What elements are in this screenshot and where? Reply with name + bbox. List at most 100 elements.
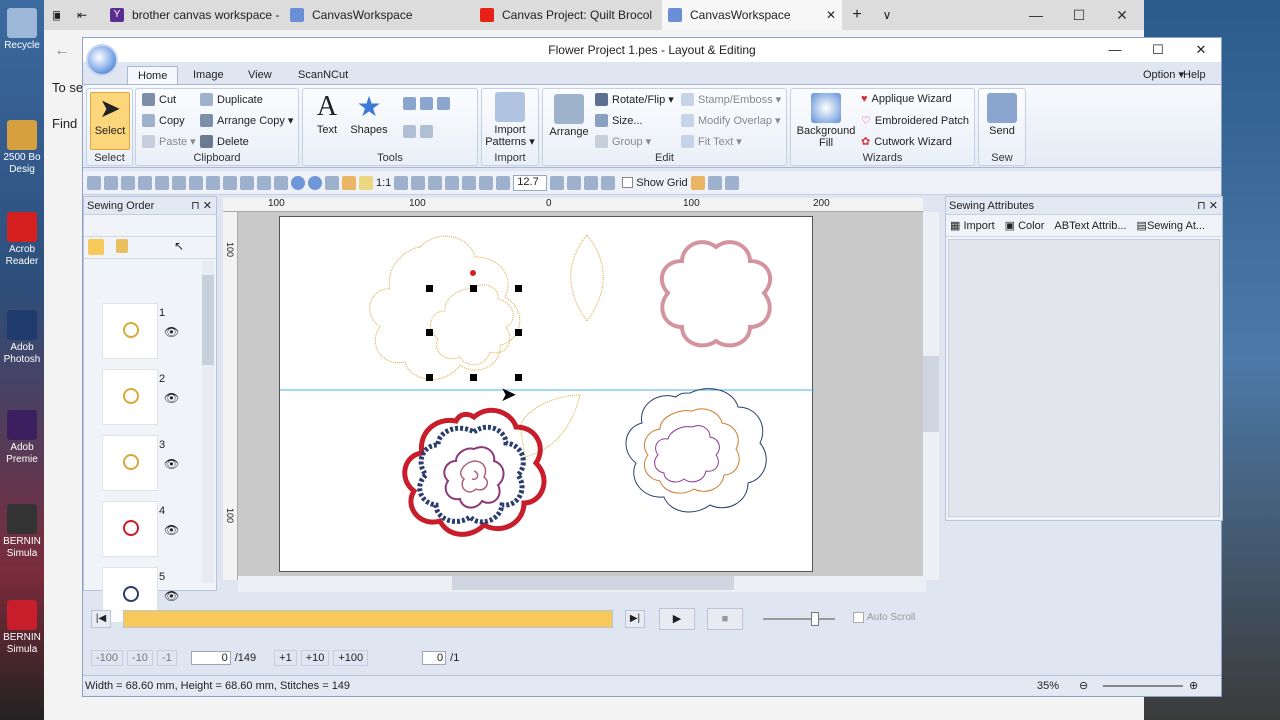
- help-menu[interactable]: Help ▾: [1173, 66, 1221, 99]
- tool-icon[interactable]: [567, 175, 582, 190]
- tool-icon[interactable]: [189, 175, 203, 190]
- app-minimize-button[interactable]: —: [1093, 38, 1137, 62]
- tool-icon[interactable]: [240, 175, 254, 190]
- highlight-tool-icon[interactable]: [342, 175, 356, 190]
- browser-tab-1[interactable]: Ybrother canvas workspace -: [104, 0, 284, 30]
- fit-text-button[interactable]: Fit Text ▾: [681, 135, 742, 148]
- grid-settings-icon[interactable]: [690, 175, 705, 190]
- flower-outline-large[interactable]: [369, 235, 521, 380]
- minus-10-button[interactable]: -10: [127, 650, 153, 666]
- applique-wizard-button[interactable]: ♥ Applique Wizard: [861, 93, 952, 105]
- embroidered-patch-button[interactable]: ♡ Embroidered Patch: [861, 114, 969, 128]
- skip-end-button[interactable]: ▶|: [625, 610, 645, 628]
- close-tab-icon[interactable]: ✕: [826, 8, 836, 22]
- browser-tab-3[interactable]: Canvas Project: Quilt Brocol: [474, 0, 662, 30]
- zoom-out-icon[interactable]: ⊖: [1079, 676, 1088, 696]
- new-file-icon[interactable]: [87, 175, 101, 190]
- flower-outline-blue[interactable]: [625, 388, 767, 513]
- sewing-order-thumbnail[interactable]: [102, 369, 158, 425]
- rotate-flip-button[interactable]: Rotate/Flip ▾: [595, 93, 674, 106]
- zoom-in-icon[interactable]: ⊕: [1189, 676, 1198, 696]
- sewing-order-thumbnail[interactable]: [102, 435, 158, 491]
- leaf-outline[interactable]: [570, 234, 604, 322]
- visibility-eye-icon[interactable]: 👁: [164, 457, 179, 471]
- current-color-input[interactable]: 0: [422, 651, 447, 665]
- leaf-outline-rotated[interactable]: [519, 394, 581, 458]
- import-patterns-button[interactable]: Import Patterns ▾: [485, 92, 535, 148]
- zoom-in-icon[interactable]: [394, 175, 409, 190]
- plus-100-button[interactable]: +100: [333, 650, 369, 666]
- desktop-icon-premiere[interactable]: Adob Premie: [2, 410, 42, 466]
- zoom-in-icon[interactable]: [462, 175, 477, 190]
- grid-size-input[interactable]: 12.7: [513, 174, 548, 191]
- zoom-select-icon[interactable]: [428, 175, 443, 190]
- embroidery-hoop-area[interactable]: [180, 216, 920, 572]
- shapes-button[interactable]: ★ Shapes: [349, 92, 389, 137]
- zoom-out-icon[interactable]: [479, 175, 494, 190]
- text-attrib-button[interactable]: ABText Attrib...: [1054, 220, 1126, 232]
- skip-start-button[interactable]: |◀: [91, 610, 111, 628]
- auto-scroll-checkbox[interactable]: Auto Scroll: [853, 612, 915, 623]
- plus-10-button[interactable]: +10: [300, 650, 330, 666]
- tool-icon[interactable]: [325, 175, 339, 190]
- back-button[interactable]: ←: [54, 42, 70, 60]
- minus-1-button[interactable]: -1: [156, 650, 177, 666]
- visibility-eye-icon[interactable]: 👁: [164, 325, 179, 339]
- current-stitch-input[interactable]: 0: [190, 651, 231, 665]
- app-logo-icon[interactable]: [86, 44, 118, 76]
- sewing-at-button[interactable]: ▤Sewing At...: [1137, 219, 1206, 232]
- zoom-tools[interactable]: [403, 97, 450, 110]
- scrollbar-thumb[interactable]: [202, 275, 214, 365]
- zoom-slider[interactable]: [1103, 685, 1183, 687]
- tab-scanncut[interactable]: ScanNCut: [288, 66, 358, 84]
- scale-label[interactable]: 1:1: [376, 177, 391, 189]
- sewing-order-thumbnail[interactable]: [102, 501, 158, 557]
- paste-button[interactable]: Paste ▾: [142, 135, 196, 148]
- flower-purple-inner[interactable]: [443, 446, 505, 509]
- stitch-view-icon[interactable]: [291, 175, 305, 190]
- tab-actions-icon[interactable]: ▣: [44, 0, 60, 30]
- browser-tab-2[interactable]: CanvasWorkspace: [284, 0, 474, 30]
- speed-slider-thumb[interactable]: [811, 612, 819, 626]
- duplicate-button[interactable]: Duplicate: [200, 93, 263, 106]
- desktop-icon-bernina-2[interactable]: BERNIN Simula: [2, 600, 42, 656]
- browser-tab-4-active[interactable]: CanvasWorkspace ✕: [662, 0, 842, 30]
- cut-button[interactable]: Cut: [142, 93, 176, 106]
- select-button[interactable]: ➤ Select: [90, 92, 130, 150]
- flower-applique-pink[interactable]: [659, 240, 773, 348]
- redo-icon[interactable]: [155, 175, 169, 190]
- canvas-vertical-scrollbar[interactable]: [923, 212, 939, 580]
- pin-close-icons[interactable]: ⊓ ✕: [191, 197, 212, 215]
- realistic-view-icon[interactable]: [308, 175, 322, 190]
- tab-menu-button[interactable]: ∨: [872, 0, 902, 30]
- desktop-icon-bernina-1[interactable]: BERNIN Simula: [2, 504, 42, 560]
- copy-button[interactable]: Copy: [142, 114, 185, 127]
- browser-minimize-button[interactable]: —: [1014, 0, 1058, 30]
- new-tab-button[interactable]: +: [842, 0, 872, 30]
- stop-button[interactable]: ■: [707, 608, 743, 630]
- flower-outline-small[interactable]: [430, 284, 514, 366]
- minus-100-button[interactable]: -100: [91, 650, 124, 666]
- tool-icon[interactable]: [601, 175, 616, 190]
- stitch-progress-track[interactable]: [123, 610, 613, 628]
- speed-slider[interactable]: [763, 612, 835, 626]
- group-objects-button[interactable]: Group ▾: [595, 135, 651, 148]
- color-attr-button[interactable]: ▣ Color: [1005, 219, 1045, 232]
- scrollbar-thumb[interactable]: [923, 356, 939, 432]
- pin-close-icons[interactable]: ⊓ ✕: [1197, 197, 1218, 215]
- arrange-copy-button[interactable]: Arrange Copy ▾: [200, 114, 293, 127]
- eye-toggle-icon[interactable]: [88, 239, 104, 255]
- tool-icon[interactable]: [550, 175, 565, 190]
- selection-handles[interactable]: [426, 285, 522, 381]
- modify-overlap-button[interactable]: Modify Overlap ▾: [681, 114, 781, 127]
- tool-icon[interactable]: [172, 175, 186, 190]
- undo-icon[interactable]: [138, 175, 152, 190]
- pan-measure-tools[interactable]: [403, 125, 433, 138]
- design-canvas[interactable]: ➤: [180, 212, 926, 580]
- delete-button[interactable]: Delete: [200, 135, 249, 148]
- plus-1-button[interactable]: +1: [274, 650, 297, 666]
- send-button[interactable]: Send: [981, 93, 1023, 137]
- size-button[interactable]: Size...: [595, 114, 643, 127]
- stamp-emboss-button[interactable]: Stamp/Emboss ▾: [681, 93, 781, 106]
- show-grid-checkbox[interactable]: [622, 177, 634, 188]
